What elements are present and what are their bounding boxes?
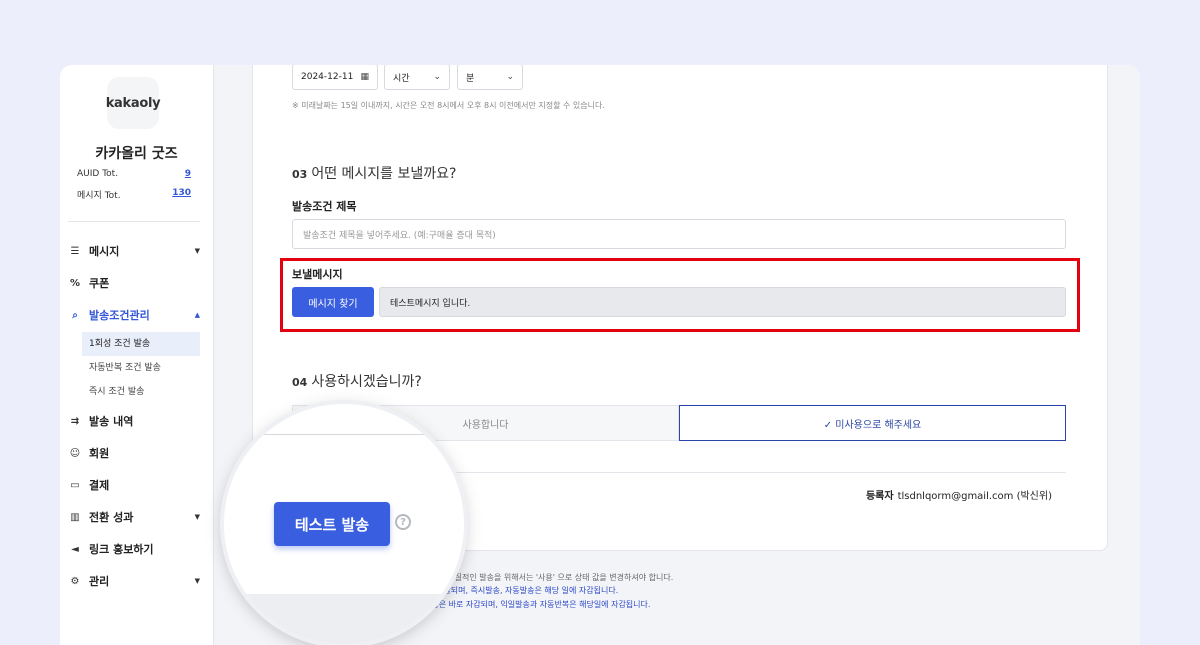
zoom-magnifier: 테스트 발송 ? — [224, 404, 464, 644]
members-icon: ☺ — [69, 447, 81, 459]
magnifier-divider — [224, 434, 464, 435]
sidebar-item-label: 발송조건관리 — [89, 309, 150, 322]
sidebar-item-label: 메시지 — [89, 245, 120, 258]
chevron-down-icon: ▼ — [194, 577, 200, 585]
stat-auid: AUID Tot. 9 — [77, 169, 191, 179]
stat-auid-value[interactable]: 9 — [185, 169, 191, 179]
condition-title-label: 발송조건 제목 — [292, 200, 357, 213]
section-4-title: 04 사용하시겠습니까? — [292, 371, 422, 391]
chevron-down-icon: ▼ — [194, 247, 200, 255]
section-3-title: 03 어떤 메시지를 보낼까요? — [292, 163, 456, 183]
stat-message-label: 메시지 Tot. — [77, 191, 121, 201]
find-message-button[interactable]: 메시지 찾기 — [292, 287, 374, 317]
stat-auid-label: AUID Tot. — [77, 169, 119, 179]
minute-select[interactable]: 분 ⌄ — [457, 65, 523, 90]
schedule-note: ※ 미래날짜는 15일 이내까지, 시간은 오전 8시에서 오후 8시 이전에서… — [292, 101, 605, 110]
send-history-icon: ⇉ — [70, 415, 80, 427]
app-window: kakaoly 카카올리 굿즈 AUID Tot. 9 메시지 Tot. 130… — [60, 65, 1140, 645]
sidebar-item-payment[interactable]: ▭ 결제 — [68, 474, 200, 496]
gear-icon: ⚙ — [70, 575, 80, 587]
card-icon: ▭ — [70, 479, 80, 491]
message-icon: ☰ — [70, 245, 80, 257]
condition-title-input[interactable]: 발송조건 제목을 넣어주세요. (예:구매율 증대 목적) — [292, 219, 1066, 249]
sidebar-item-send-history[interactable]: ⇉ 발송 내역 — [68, 410, 200, 432]
date-value: 2024-12-11 — [301, 72, 354, 82]
sidebar-item-label: 전환 성과 — [89, 511, 134, 524]
sidebar-item-conversion[interactable]: ▥ 전환 성과 ▼ — [68, 506, 200, 528]
chevron-up-icon: ▲ — [194, 311, 200, 319]
hour-select-value: 시간 — [393, 73, 410, 84]
sidebar-subitem-one-time[interactable]: 1회성 조건 발송 — [82, 332, 200, 356]
shop-name: 카카올리 굿즈 — [95, 146, 178, 162]
search-list-icon: ⌕ — [72, 309, 78, 321]
sidebar-item-label: 회원 — [89, 447, 110, 460]
percent-icon: % — [69, 277, 81, 289]
no-use-option[interactable]: ✓ 미사용으로 해주세요 — [679, 405, 1066, 441]
registrant-value: tlsdnlqorm@gmail.com (박신위) — [897, 491, 1052, 502]
sidebar-item-label: 관리 — [89, 575, 110, 588]
help-icon[interactable]: ? — [395, 514, 411, 530]
footnote-1: 되며 실질적인 발송을 위해서는 '사용' 으로 상태 값을 변경하셔야 합니다… — [430, 573, 674, 582]
sidebar-item-label: 링크 홍보하기 — [89, 543, 154, 556]
selected-message-value: 테스트메시지 입니다. — [390, 298, 471, 309]
sidebar-subitem-auto-repeat[interactable]: 자동반복 조건 발송 — [82, 356, 200, 380]
stat-message-value[interactable]: 130 — [172, 188, 191, 201]
section-4-heading: 사용하시겠습니까? — [311, 374, 422, 390]
sidebar-item-members[interactable]: ☺ 회원 — [68, 442, 200, 464]
sidebar-divider — [68, 221, 200, 222]
stat-message: 메시지 Tot. 130 — [77, 188, 191, 201]
calendar-icon: ▦ — [360, 72, 369, 82]
sidebar-item-label: 결제 — [89, 479, 110, 492]
date-picker[interactable]: 2024-12-11 ▦ — [292, 65, 378, 90]
sidebar-item-messages[interactable]: ☰ 메시지 ▼ — [68, 240, 200, 262]
registrant-label: 등록자 — [865, 491, 894, 502]
megaphone-icon: ◄ — [71, 543, 79, 555]
brand-logo-text: kakaoly — [105, 95, 161, 111]
sidebar-item-send-conditions[interactable]: ⌕ 발송조건관리 ▲ — [68, 304, 200, 326]
condition-title-placeholder: 발송조건 제목을 넣어주세요. (예:구매율 증대 목적) — [303, 230, 496, 241]
sidebar-item-admin[interactable]: ⚙ 관리 ▼ — [68, 570, 200, 592]
section-4-number: 04 — [292, 376, 308, 389]
section-3-number: 03 — [292, 168, 308, 181]
sidebar-item-link-promo[interactable]: ◄ 링크 홍보하기 — [68, 538, 200, 560]
hour-select[interactable]: 시간 ⌄ — [384, 65, 450, 90]
sidebar: kakaoly 카카올리 굿즈 AUID Tot. 9 메시지 Tot. 130… — [60, 65, 214, 645]
sidebar-subitem-immediate[interactable]: 즉시 조건 발송 — [82, 380, 200, 404]
sidebar-item-label: 쿠폰 — [89, 277, 110, 290]
chevron-down-icon: ⌄ — [433, 72, 441, 82]
send-message-label: 보낼메시지 — [292, 268, 343, 281]
bar-chart-icon: ▥ — [70, 511, 80, 523]
sidebar-item-label: 발송 내역 — [89, 415, 134, 428]
sidebar-item-coupons[interactable]: % 쿠폰 — [68, 272, 200, 294]
magnifier-footer — [224, 594, 464, 644]
section-3-heading: 어떤 메시지를 보낼까요? — [311, 166, 457, 182]
brand-logo[interactable]: kakaoly — [105, 77, 161, 129]
selected-message-field[interactable]: 테스트메시지 입니다. — [379, 287, 1066, 317]
registrant: 등록자 tlsdnlqorm@gmail.com (박신위) — [866, 487, 1052, 502]
test-send-button[interactable]: 테스트 발송 — [274, 502, 390, 546]
chevron-down-icon: ▼ — [194, 513, 200, 521]
chevron-down-icon: ⌄ — [506, 72, 514, 82]
minute-select-value: 분 — [466, 73, 475, 84]
